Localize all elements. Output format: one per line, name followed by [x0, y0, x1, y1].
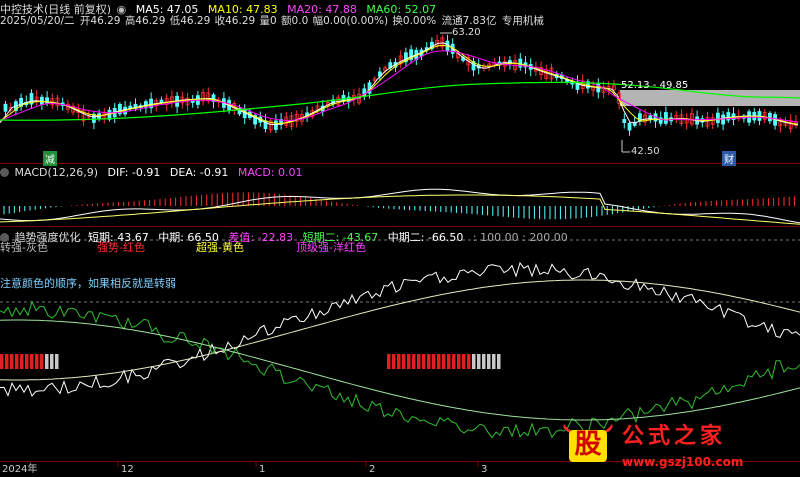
watermark-logo: 股 — [562, 424, 614, 464]
strength-bar — [457, 354, 461, 369]
strength-bar — [20, 354, 24, 369]
macd-header: MACD(12,26,9) DIF: -0.91 DEA: -0.91 MACD… — [0, 166, 309, 179]
candle-body — [3, 103, 8, 112]
strength-bar — [492, 354, 496, 369]
strength-bar — [25, 354, 29, 369]
strength-bar — [462, 354, 466, 369]
strength-bar — [472, 354, 476, 369]
macd-title[interactable]: MACD(12,26,9) — [15, 166, 99, 179]
strength-bar — [15, 354, 19, 369]
strength-bar — [402, 354, 406, 369]
trend-header: 趋势强度优化 短期: 43.67 中期: 66.50 差值: -22.83 短期… — [0, 229, 574, 244]
strength-bar — [432, 354, 436, 369]
candle-body — [716, 112, 720, 124]
watermark-url: www.gszj100.com — [622, 455, 744, 469]
strength-bar — [407, 354, 411, 369]
event-marker-blue[interactable]: 财 — [722, 151, 736, 166]
axis-label-2: 2 — [369, 464, 376, 475]
mid-term-2-line — [0, 319, 800, 421]
strength-bar — [422, 354, 426, 369]
strength-bar — [55, 354, 59, 369]
axis-label-2024: 2024年 — [2, 464, 38, 475]
legend-yellow: 超强-黄色 — [196, 241, 244, 254]
candle-body — [768, 112, 772, 122]
axis-label-1: 1 — [259, 464, 266, 475]
watermark-name: 公式之家 — [622, 424, 727, 449]
price-range-box — [620, 90, 800, 106]
strength-bar — [50, 354, 54, 369]
strength-bar — [412, 354, 416, 369]
strength-bar — [392, 354, 396, 369]
strength-bar — [487, 354, 491, 369]
legend-red: 强势-红色 — [97, 241, 145, 254]
strength-bar — [482, 354, 486, 369]
range-label: 52.13 - 49.85 — [621, 80, 689, 91]
strength-bar — [467, 354, 471, 369]
macd-value: MACD: 0.01 — [237, 166, 303, 179]
strength-bar — [397, 354, 401, 369]
candle-body — [627, 122, 632, 131]
strength-bar — [5, 354, 9, 369]
trend-levels: : 100.00 : 200.00 — [472, 231, 568, 244]
high-price-label: 63.20 — [452, 27, 481, 38]
strength-bar — [30, 354, 34, 369]
strength-bar — [452, 354, 456, 369]
axis-label-12: 12 — [121, 464, 134, 475]
strength-bar — [447, 354, 451, 369]
event-marker-green[interactable]: 减 — [43, 151, 57, 166]
strength-bar — [417, 354, 421, 369]
candle-body — [664, 112, 668, 124]
strength-bar — [40, 354, 44, 369]
short-term-2-line — [0, 300, 800, 439]
macd-dot-icon[interactable] — [0, 168, 9, 177]
macd-dea: DEA: -0.91 — [169, 166, 229, 179]
strength-bar — [0, 354, 4, 369]
strength-bar — [387, 354, 391, 369]
axis-label-3: 3 — [481, 464, 488, 475]
legend-magenta: 顶级强-洋红色 — [296, 241, 366, 254]
strength-bar — [437, 354, 441, 369]
watermark-logo-text: 股 — [574, 429, 602, 460]
legend-gray: 转强-灰色 — [0, 241, 48, 254]
macd-dif: DIF: -0.91 — [107, 166, 161, 179]
trend-mid2: 中期二: -66.50 — [387, 231, 464, 244]
strength-bar — [35, 354, 39, 369]
macd-chart — [0, 188, 800, 225]
candle-body — [721, 114, 725, 125]
strength-bar — [427, 354, 431, 369]
strength-bar — [442, 354, 446, 369]
strength-bar — [45, 354, 49, 369]
candle-body — [622, 119, 627, 123]
strength-bar — [477, 354, 481, 369]
strength-bar — [10, 354, 14, 369]
trend-note: 注意颜色的顺序，如果相反就是转弱 — [0, 277, 176, 290]
strength-bar — [497, 354, 501, 369]
low-price-label: 42.50 — [631, 146, 660, 157]
dif-line — [0, 188, 800, 224]
